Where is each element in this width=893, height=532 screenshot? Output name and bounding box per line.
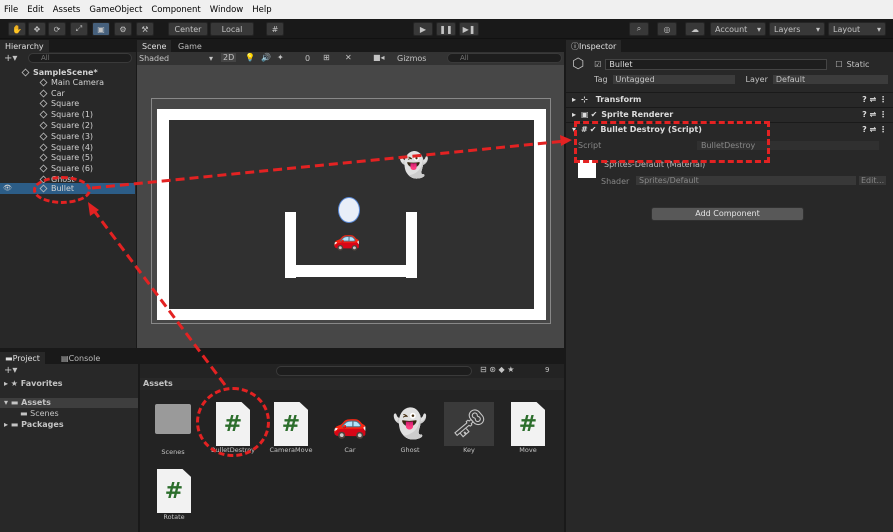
annotation-arrows <box>88 135 572 386</box>
arrow-to-inspector <box>91 139 567 190</box>
arrow-to-hierarchy <box>90 207 227 386</box>
arrowhead-right <box>560 135 572 146</box>
